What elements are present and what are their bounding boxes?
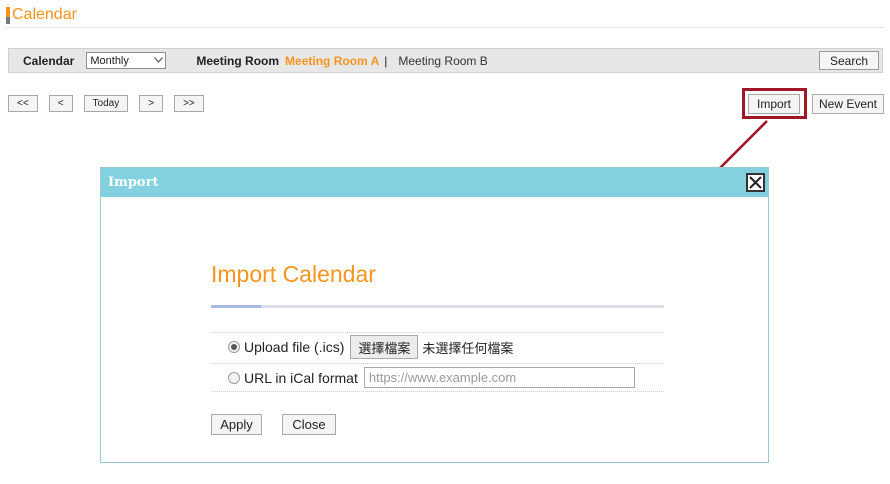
calendar-nav: << < Today > >> xyxy=(8,95,204,112)
search-button[interactable]: Search xyxy=(818,51,879,70)
url-option-row: URL in iCal format xyxy=(211,363,664,392)
calendar-toolbar: Calendar Monthly Meeting Room Meeting Ro… xyxy=(8,48,883,73)
prev-button[interactable]: < xyxy=(48,95,73,112)
url-input[interactable] xyxy=(363,367,635,388)
view-select[interactable]: Monthly xyxy=(86,52,167,69)
url-radio[interactable] xyxy=(228,371,240,384)
import-dialog: Import Import Calendar Upload file (.ics… xyxy=(100,167,769,463)
chevron-down-icon xyxy=(151,55,165,66)
heading-underline xyxy=(211,305,664,308)
view-select-value: Monthly xyxy=(90,54,129,67)
url-label: URL in iCal format xyxy=(244,369,358,386)
close-icon[interactable] xyxy=(746,173,765,192)
upload-radio[interactable] xyxy=(228,341,240,353)
room-link-a[interactable]: Meeting Room A xyxy=(285,54,379,68)
close-button[interactable]: Close xyxy=(282,414,336,435)
calendar-label: Calendar xyxy=(23,53,75,68)
room-link-b[interactable]: Meeting Room B xyxy=(398,54,487,68)
upload-option-row: Upload file (.ics) 選擇檔案 未選擇任何檔案 xyxy=(211,332,664,361)
page-title-text: Calendar xyxy=(12,6,77,23)
new-event-button[interactable]: New Event xyxy=(812,94,884,114)
upload-label: Upload file (.ics) xyxy=(244,339,345,355)
last-button[interactable]: >> xyxy=(174,95,204,112)
file-status-text: 未選擇任何檔案 xyxy=(422,341,514,357)
title-marker-icon xyxy=(6,6,10,24)
apply-button[interactable]: Apply xyxy=(211,414,262,435)
title-divider xyxy=(6,27,884,28)
next-button[interactable]: > xyxy=(139,95,164,112)
meeting-room-label: Meeting Room xyxy=(196,53,280,68)
import-button[interactable]: Import xyxy=(748,94,800,114)
first-button[interactable]: << xyxy=(8,95,38,112)
dialog-header: Import xyxy=(101,168,768,197)
choose-file-button[interactable]: 選擇檔案 xyxy=(350,335,419,359)
room-separator: | xyxy=(384,53,388,68)
today-button[interactable]: Today xyxy=(83,95,129,112)
calendar-page: Calendar Calendar Monthly Meeting Room M… xyxy=(0,0,890,484)
dialog-heading: Import Calendar xyxy=(211,261,376,287)
page-title: Calendar xyxy=(6,6,77,24)
dialog-title: Import xyxy=(108,175,159,190)
